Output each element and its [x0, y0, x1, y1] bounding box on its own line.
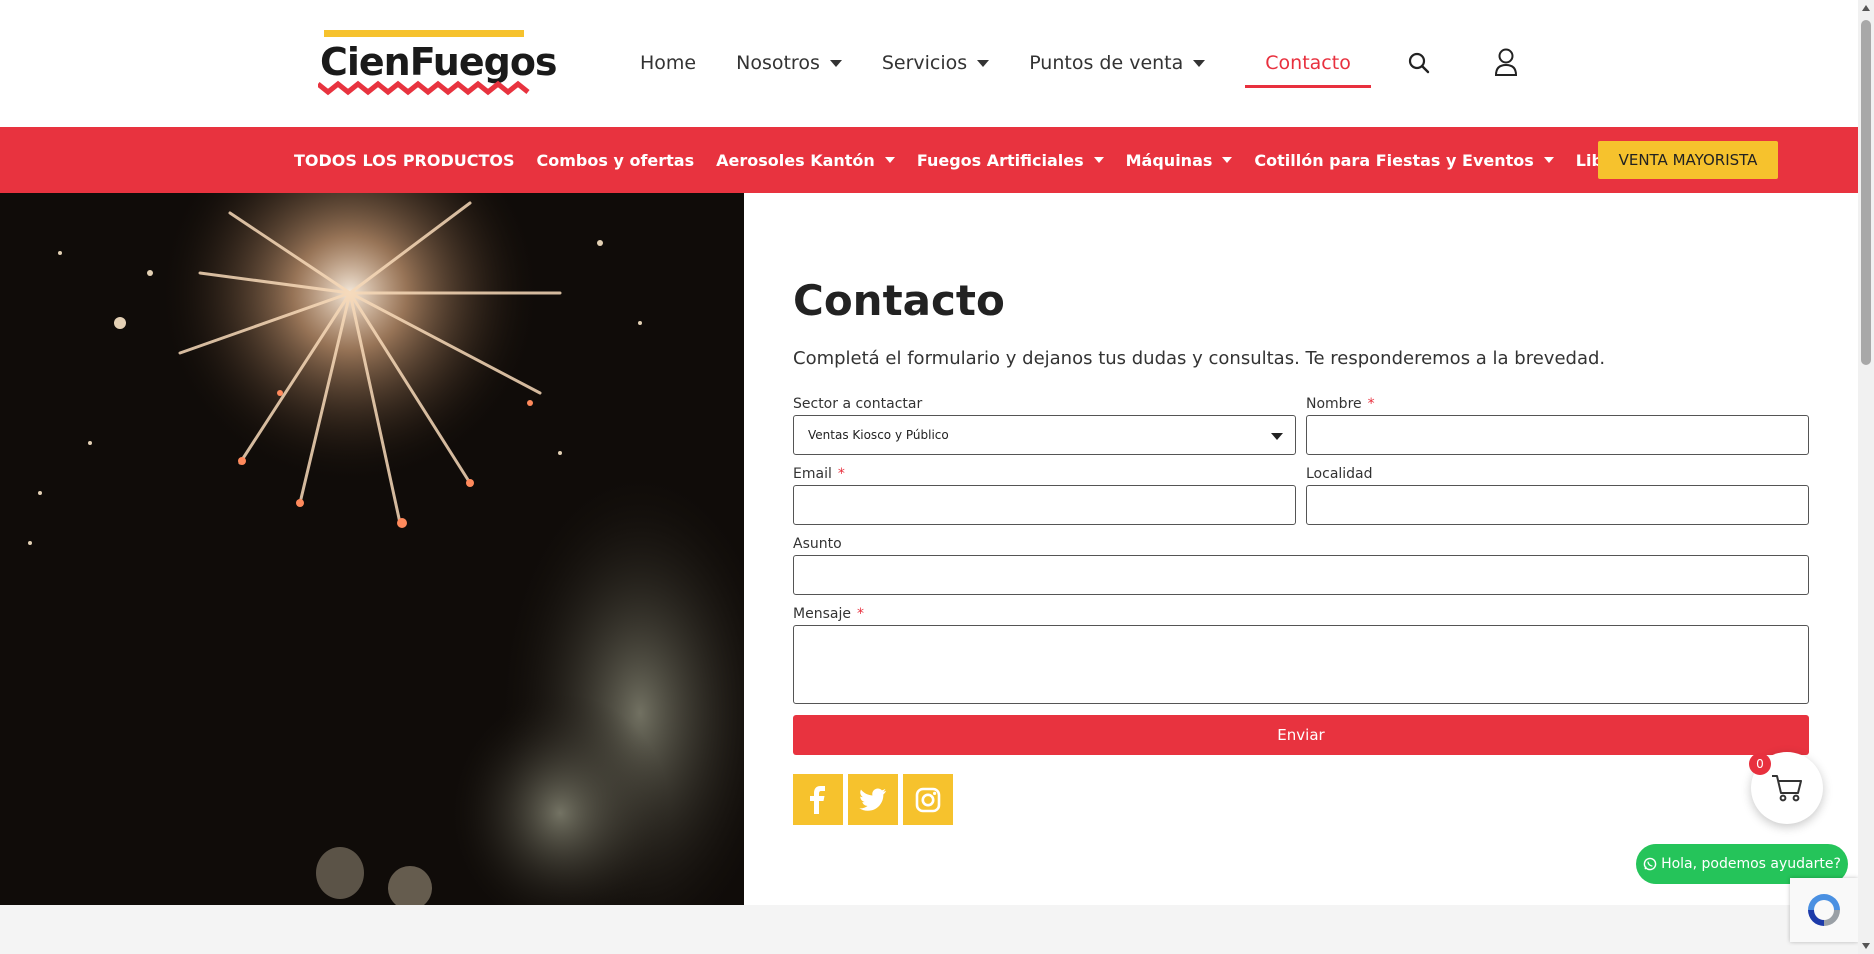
- twitter-icon[interactable]: [848, 774, 898, 825]
- category-bar: TODOS LOS PRODUCTOS Combos y ofertas Aer…: [0, 127, 1858, 193]
- recaptcha-badge: [1790, 878, 1858, 942]
- email-field[interactable]: [793, 485, 1296, 525]
- caret-down-icon: [829, 59, 842, 67]
- caret-down-icon: [977, 59, 990, 67]
- nav-servicios[interactable]: Servicios: [882, 48, 990, 78]
- site-header: CienFuegos Home Nosotros Servicios Punto…: [0, 0, 1858, 127]
- page-scrollbar[interactable]: [1858, 0, 1874, 954]
- contact-intro: Completá el formulario y dejanos tus dud…: [793, 348, 1606, 369]
- scroll-down-arrow-icon[interactable]: [1862, 943, 1870, 949]
- scrollbar-thumb[interactable]: [1861, 20, 1871, 365]
- cat-aerosoles-kanton[interactable]: Aerosoles Kantón: [716, 149, 895, 171]
- nav-home[interactable]: Home: [640, 48, 696, 78]
- asunto-label: Asunto: [793, 536, 842, 552]
- nombre-label: Nombre *: [1306, 396, 1375, 412]
- logo-wordmark: CienFuegos: [320, 40, 558, 84]
- cat-todos-los-productos[interactable]: TODOS LOS PRODUCTOS: [294, 149, 515, 171]
- cart-icon: [1772, 775, 1802, 802]
- recaptcha-icon: [1808, 894, 1840, 926]
- nombre-field[interactable]: [1306, 415, 1809, 455]
- contact-section: Contacto Completá el formulario y dejano…: [744, 193, 1858, 905]
- fireworks-image: [0, 193, 744, 905]
- nav-nosotros[interactable]: Nosotros: [736, 48, 842, 78]
- mensaje-label: Mensaje *: [793, 606, 864, 622]
- nav-puntos-de-venta[interactable]: Puntos de venta: [1029, 48, 1206, 78]
- logo-top-bar: [324, 30, 524, 37]
- page-title: Contacto: [793, 276, 1005, 325]
- venta-mayorista-button[interactable]: VENTA MAYORISTA: [1598, 141, 1778, 179]
- facebook-icon[interactable]: [793, 774, 843, 825]
- scroll-up-arrow-icon[interactable]: [1862, 5, 1870, 11]
- sector-label: Sector a contactar: [793, 396, 923, 412]
- cat-combos-y-ofertas[interactable]: Combos y ofertas: [537, 149, 695, 171]
- search-icon[interactable]: [1408, 52, 1430, 78]
- localidad-field[interactable]: [1306, 485, 1809, 525]
- cat-fuegos-artificiales[interactable]: Fuegos Artificiales: [917, 149, 1104, 171]
- instagram-icon[interactable]: [903, 774, 953, 825]
- cat-cotillon[interactable]: Cotillón para Fiestas y Eventos: [1254, 149, 1554, 171]
- email-label: Email *: [793, 466, 845, 482]
- caret-down-icon: [1093, 157, 1104, 163]
- main-nav: Home Nosotros Servicios Puntos de venta …: [640, 48, 1391, 88]
- cat-maquinas[interactable]: Máquinas: [1126, 149, 1233, 171]
- localidad-label: Localidad: [1306, 466, 1373, 482]
- caret-down-icon: [1193, 59, 1206, 67]
- caret-down-icon: [1271, 433, 1283, 440]
- mensaje-textarea[interactable]: [793, 625, 1809, 704]
- logo-zigzag: [318, 80, 530, 96]
- sector-select[interactable]: Ventas Kiosco y Público: [793, 415, 1296, 455]
- nav-contacto[interactable]: Contacto: [1245, 48, 1371, 88]
- caret-down-icon: [1222, 157, 1233, 163]
- asunto-field[interactable]: [793, 555, 1809, 595]
- enviar-button[interactable]: Enviar: [793, 715, 1809, 755]
- cart-count-badge: 0: [1749, 753, 1771, 775]
- cienfuegos-logo[interactable]: CienFuegos: [318, 28, 558, 100]
- caret-down-icon: [1543, 157, 1554, 163]
- category-nav: TODOS LOS PRODUCTOS Combos y ofertas Aer…: [294, 149, 1668, 171]
- user-icon[interactable]: [1494, 48, 1518, 80]
- whatsapp-icon: [1643, 857, 1657, 871]
- caret-down-icon: [884, 157, 895, 163]
